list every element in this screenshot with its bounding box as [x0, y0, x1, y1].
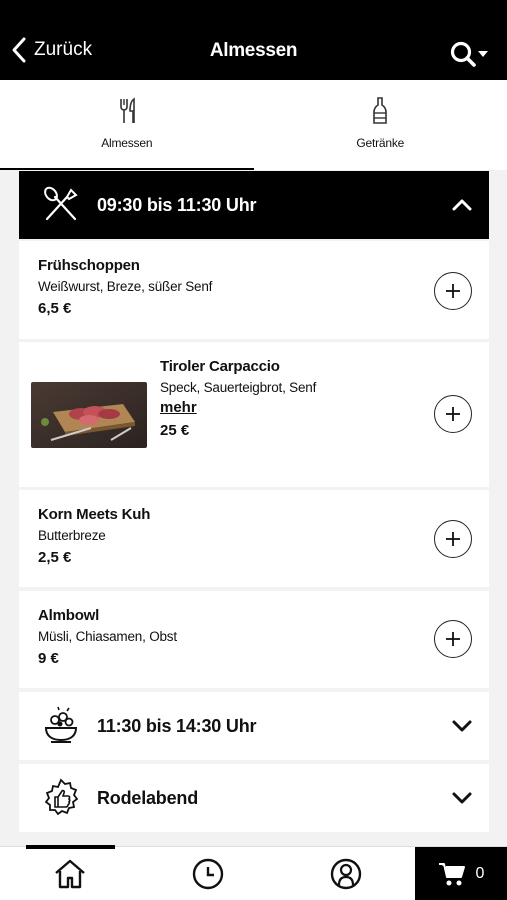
fork-knife-cross-icon — [44, 186, 78, 221]
section-header-midday[interactable]: 11:30 bis 14:30 Uhr — [19, 692, 489, 760]
item-name: Tiroler Carpaccio — [160, 358, 280, 375]
plus-icon — [446, 632, 460, 646]
home-icon[interactable] — [52, 857, 88, 891]
menu-item: Tiroler Carpaccio Speck, Sauerteigbrot, … — [19, 342, 489, 487]
cutlery-icon — [119, 97, 135, 123]
section-title: 11:30 bis 14:30 Uhr — [97, 715, 257, 736]
section-header-rodelabend[interactable]: Rodelabend — [19, 764, 489, 832]
item-description: Butterbreze — [38, 528, 106, 543]
profile-icon[interactable] — [328, 857, 364, 891]
chevron-down-icon — [452, 792, 472, 804]
clock-icon[interactable] — [190, 857, 226, 891]
page-title: Almessen — [209, 40, 298, 61]
cart-icon — [438, 863, 465, 886]
item-name: Almbowl — [38, 607, 100, 624]
item-name: Frühschoppen — [38, 257, 140, 274]
item-price: 25 € — [160, 422, 190, 439]
item-name: Korn Meets Kuh — [38, 506, 151, 523]
add-item-button[interactable] — [434, 520, 472, 558]
item-price: 9 € — [38, 650, 59, 667]
tab-getraenke[interactable]: Getränke — [254, 80, 507, 170]
cart-count: 0 — [475, 865, 485, 882]
carpaccio-photo — [31, 382, 147, 448]
add-item-button[interactable] — [434, 395, 472, 433]
section-header-morning[interactable]: 09:30 bis 11:30 Uhr — [19, 171, 489, 239]
plus-icon — [446, 284, 460, 298]
item-description: Speck, Sauerteigbrot, Senf — [160, 380, 317, 395]
plus-icon — [446, 407, 460, 421]
item-price: 2,5 € — [38, 549, 72, 566]
item-description: Müsli, Chiasamen, Obst — [38, 629, 177, 644]
thumbs-up-badge-icon — [44, 778, 79, 816]
item-description: Weißwurst, Breze, süßer Senf — [38, 279, 213, 294]
top-bar: Zurück Almessen — [0, 0, 507, 80]
bottle-icon — [373, 97, 388, 124]
menu-item: Almbowl Müsli, Chiasamen, Obst 9 € — [19, 591, 489, 688]
add-item-button[interactable] — [434, 272, 472, 310]
nav-active-indicator — [26, 845, 115, 849]
section-title: 09:30 bis 11:30 Uhr — [97, 194, 257, 215]
category-tabs: Almessen Getränke — [0, 80, 507, 170]
cart-button[interactable]: 0 — [415, 847, 507, 900]
menu-item: Frühschoppen Weißwurst, Breze, süßer Sen… — [19, 241, 489, 339]
tab-label: Getränke — [356, 136, 405, 150]
tab-almessen[interactable]: Almessen — [0, 80, 254, 170]
plus-icon — [446, 532, 460, 546]
bottom-nav: 0 — [0, 845, 507, 900]
menu-item: Korn Meets Kuh Butterbreze 2,5 € — [19, 490, 489, 587]
item-image[interactable] — [31, 382, 147, 448]
chevron-down-icon — [452, 720, 472, 732]
salad-bowl-icon — [44, 706, 78, 743]
section-title: Rodelabend — [97, 787, 199, 808]
chevron-up-icon — [452, 199, 472, 211]
more-link[interactable]: mehr — [160, 399, 316, 416]
add-item-button[interactable] — [434, 620, 472, 658]
search-icon[interactable] — [449, 40, 491, 68]
item-price: 6,5 € — [38, 300, 72, 317]
tab-label: Almessen — [101, 136, 153, 150]
